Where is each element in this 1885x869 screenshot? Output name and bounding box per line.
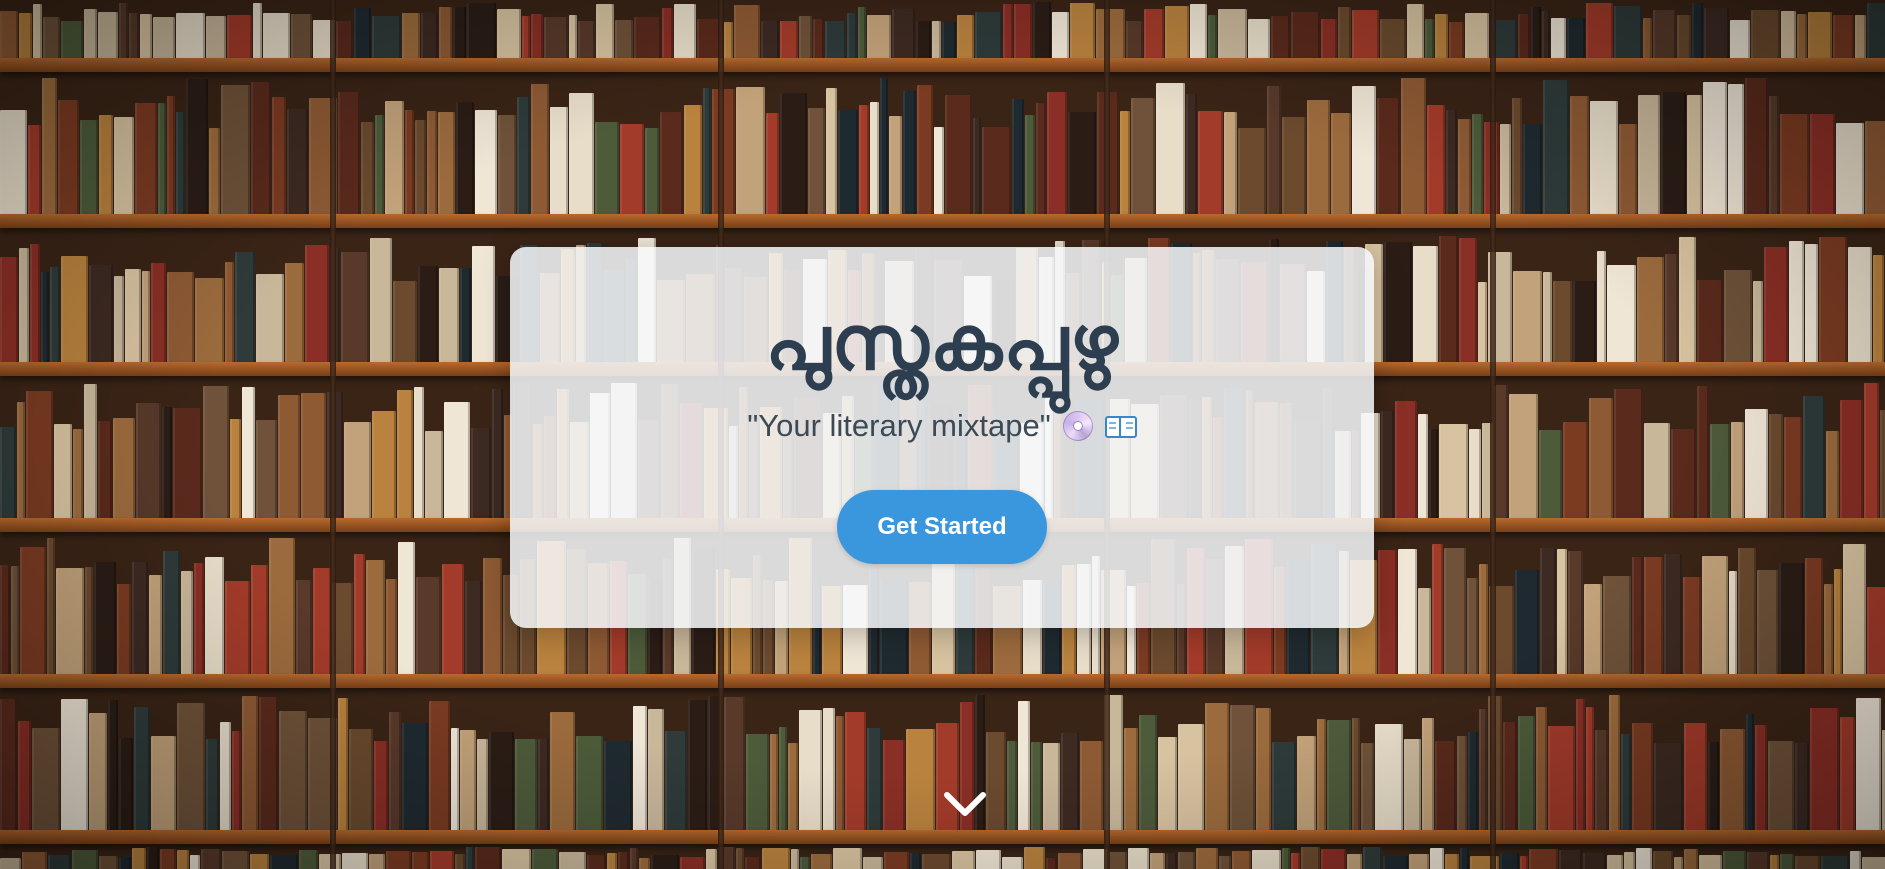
tagline-text: "Your literary mixtape" [747, 408, 1051, 444]
hero-section: പുസ്തകപ്പുഴു "Your literary mixtape" Get… [0, 0, 1885, 869]
tagline: "Your literary mixtape" [747, 408, 1137, 444]
get-started-button[interactable]: Get Started [837, 490, 1047, 565]
open-book-icon [1104, 414, 1137, 439]
hero-card: പുസ്തകപ്പുഴു "Your literary mixtape" Get… [510, 247, 1374, 628]
cd-icon [1062, 411, 1093, 442]
chevron-down-icon[interactable] [943, 789, 987, 819]
site-title: പുസ്തകപ്പുഴു [765, 298, 1119, 387]
